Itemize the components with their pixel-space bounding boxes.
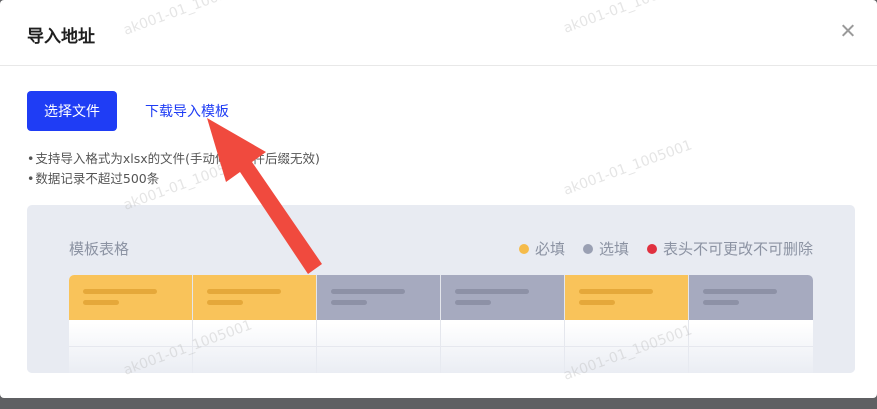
legend-required: 必填 [518,238,565,259]
close-icon[interactable] [839,22,857,40]
placeholder-bar [83,289,157,294]
legend-locked-label: 表头不可更改不可删除 [662,240,813,258]
placeholder-bar [703,300,739,305]
mock-header-optional [441,275,565,320]
dialog-header: 导入地址 [0,0,877,66]
placeholder-bar [455,289,529,294]
mock-header-required [69,275,193,320]
legend-optional: 选填 [582,238,629,259]
dialog-title: 导入地址 [27,27,95,47]
download-template-link[interactable]: 下载导入模板 [145,101,229,121]
mock-header-optional [317,275,441,320]
legend: 必填 选填 表头不可更改不可删除 [518,238,813,259]
hint-format: 支持导入格式为xlsx的文件(手动修改文件后缀无效) [27,149,320,169]
mock-header-optional [689,275,813,320]
template-preview-title: 模板表格 [69,240,130,258]
template-preview: 模板表格 必填 选填 表头不可更改不可删除 [27,205,855,373]
placeholder-bar [83,300,119,305]
placeholder-bar [207,300,243,305]
optional-dot-icon [582,243,593,254]
placeholder-bar [579,289,653,294]
import-hints: 支持导入格式为xlsx的文件(手动修改文件后缀无效) 数据记录不超过500条 [27,149,320,189]
import-address-dialog: 导入地址 选择文件 下载导入模板 支持导入格式为xlsx的文件(手动修改文件后缀… [0,0,877,398]
mock-header-required [193,275,317,320]
required-dot-icon [518,243,529,254]
legend-required-label: 必填 [534,240,565,258]
placeholder-bar [207,289,281,294]
hint-limit: 数据记录不超过500条 [27,169,320,189]
placeholder-bar [331,289,405,294]
legend-optional-label: 选填 [598,240,629,258]
locked-dot-icon [646,243,657,254]
watermark: ak001-01_1005001 [561,137,695,199]
select-file-button[interactable]: 选择文件 [27,91,117,131]
mock-table-header [69,275,813,320]
placeholder-bar [579,300,615,305]
mock-header-required [565,275,689,320]
placeholder-bar [703,289,777,294]
placeholder-bar [455,300,491,305]
legend-locked-header: 表头不可更改不可删除 [646,238,813,259]
placeholder-bar [331,300,367,305]
preview-fade [27,323,855,373]
